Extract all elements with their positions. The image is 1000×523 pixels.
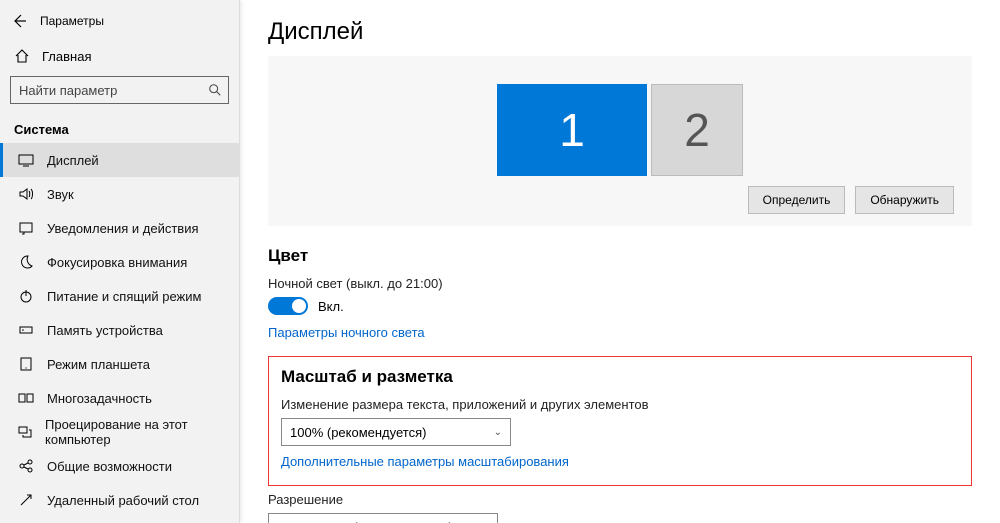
scale-highlight-box: Масштаб и разметка Изменение размера тек… [268, 356, 972, 486]
sidebar-item-label: Фокусировка внимания [47, 255, 187, 270]
sidebar-items: Дисплей Звук Уведомления и действия Фоку… [0, 143, 239, 523]
night-light-settings-link[interactable]: Параметры ночного света [268, 325, 425, 340]
sidebar-item-label: Режим планшета [47, 357, 150, 372]
sidebar-item-label: Дисплей [47, 153, 99, 168]
search-icon [208, 83, 222, 97]
sidebar-item-label: Питание и спящий режим [47, 289, 201, 304]
notifications-icon [17, 220, 35, 236]
monitor-1[interactable]: 1 [497, 84, 647, 176]
sound-icon [17, 186, 35, 202]
detect-button[interactable]: Обнаружить [855, 186, 954, 214]
search-input[interactable] [19, 83, 208, 98]
sidebar-item-multitask[interactable]: Многозадачность [0, 381, 239, 415]
sidebar-home[interactable]: Главная [0, 40, 239, 72]
search-field[interactable] [10, 76, 229, 104]
sidebar-item-label: Звук [47, 187, 74, 202]
sidebar-item-label: Многозадачность [47, 391, 152, 406]
sidebar-item-focus[interactable]: Фокусировка внимания [0, 245, 239, 279]
night-light-toggle[interactable] [268, 297, 308, 315]
chevron-down-icon: ⌄ [494, 427, 502, 438]
sidebar-item-power[interactable]: Питание и спящий режим [0, 279, 239, 313]
scale-select-value: 100% (рекомендуется) [290, 425, 426, 440]
sidebar: Параметры Главная Система Дисплей Звук У… [0, 0, 240, 523]
multitask-icon [17, 390, 35, 406]
sidebar-section-label: Система [0, 116, 239, 143]
sidebar-item-remote[interactable]: Удаленный рабочий стол [0, 483, 239, 517]
sidebar-item-label: Общие возможности [47, 459, 172, 474]
sidebar-item-sound[interactable]: Звук [0, 177, 239, 211]
display-icon [17, 152, 35, 168]
color-heading: Цвет [268, 246, 972, 266]
sidebar-item-notifications[interactable]: Уведомления и действия [0, 211, 239, 245]
resolution-select[interactable]: 1920 × 1080 (рекомендуется) ⌄ [268, 513, 498, 523]
power-icon [17, 288, 35, 304]
projecting-icon [17, 424, 33, 440]
sidebar-item-label: Память устройства [47, 323, 163, 338]
remote-icon [17, 492, 35, 508]
sidebar-item-about[interactable]: О системе [0, 517, 239, 523]
toggle-state-label: Вкл. [318, 299, 344, 314]
back-arrow-icon [11, 13, 27, 29]
main-content: Дисплей 1 2 Определить Обнаружить Цвет Н… [240, 0, 1000, 523]
sidebar-item-storage[interactable]: Память устройства [0, 313, 239, 347]
home-label: Главная [42, 49, 91, 64]
storage-icon [17, 322, 35, 338]
search-container [10, 76, 229, 104]
sidebar-item-projecting[interactable]: Проецирование на этот компьютер [0, 415, 239, 449]
monitor-2[interactable]: 2 [651, 84, 743, 176]
display-arrangement-area: 1 2 Определить Обнаружить [268, 56, 972, 226]
tablet-icon [17, 356, 35, 372]
monitor-layout[interactable]: 1 2 [286, 74, 954, 186]
resolution-label: Разрешение [268, 492, 972, 507]
shared-icon [17, 458, 35, 474]
night-light-toggle-row: Вкл. [268, 297, 972, 315]
scale-select[interactable]: 100% (рекомендуется) ⌄ [281, 418, 511, 446]
scale-heading: Масштаб и разметка [281, 367, 959, 387]
sidebar-item-label: Уведомления и действия [47, 221, 199, 236]
page-title: Дисплей [268, 18, 972, 46]
home-icon [14, 48, 30, 64]
scale-label: Изменение размера текста, приложений и д… [281, 397, 959, 412]
display-buttons: Определить Обнаружить [286, 186, 954, 214]
back-button[interactable] [6, 8, 32, 34]
sidebar-item-display[interactable]: Дисплей [0, 143, 239, 177]
sidebar-item-label: Проецирование на этот компьютер [45, 417, 227, 447]
moon-icon [17, 254, 35, 270]
app-title: Параметры [40, 14, 104, 28]
night-light-label: Ночной свет (выкл. до 21:00) [268, 276, 972, 291]
identify-button[interactable]: Определить [748, 186, 846, 214]
advanced-scaling-link[interactable]: Дополнительные параметры масштабирования [281, 454, 569, 469]
sidebar-header: Параметры [0, 0, 239, 40]
sidebar-item-label: Удаленный рабочий стол [47, 493, 199, 508]
resolution-select-value: 1920 × 1080 (рекомендуется) [277, 520, 453, 523]
sidebar-item-tablet[interactable]: Режим планшета [0, 347, 239, 381]
sidebar-item-shared[interactable]: Общие возможности [0, 449, 239, 483]
